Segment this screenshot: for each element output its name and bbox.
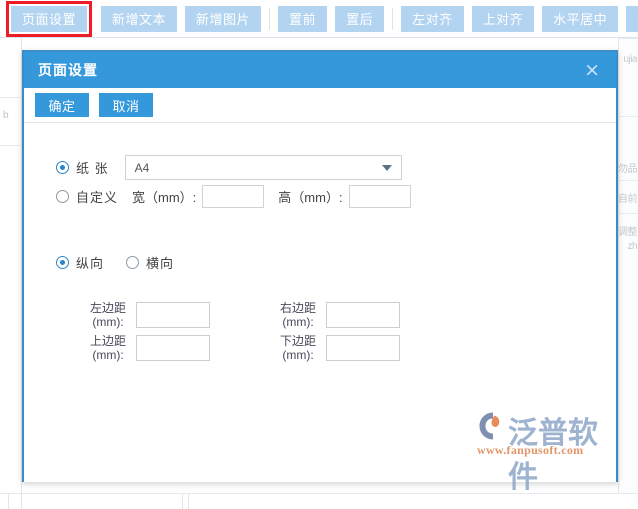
margin-top-cell: 上边距 (mm): [84, 334, 210, 362]
radio-landscape[interactable] [126, 256, 139, 269]
background-tick [8, 493, 9, 509]
page-setup-dialog: 页面设置 × 确定 取消 纸 张 A4 自定义 宽（mm）: 高（mm）: [22, 50, 618, 482]
paper-size-value: A4 [135, 161, 150, 175]
landscape-label: 横向 [146, 253, 174, 272]
margin-left-cell: 左边距 (mm): [84, 301, 210, 329]
orientation-row: 纵向 横向 [56, 253, 174, 272]
toolbar-button-add-image[interactable]: 新增图片 [185, 6, 261, 32]
background-left-rail: b [0, 38, 22, 509]
paper-size-select[interactable]: A4 [125, 155, 402, 180]
portrait-label: 纵向 [76, 253, 104, 272]
width-input[interactable] [202, 185, 264, 208]
height-input[interactable] [349, 185, 411, 208]
background-left-cell [0, 38, 22, 98]
radio-portrait[interactable] [56, 256, 69, 269]
dialog-action-bar: 确定 取消 [24, 88, 616, 123]
toolbar-separator [269, 8, 270, 30]
background-right-label: zh [627, 241, 637, 252]
confirm-button[interactable]: 确定 [35, 93, 89, 117]
toolbar-separator [392, 8, 393, 30]
background-divider [618, 116, 638, 117]
background-right-label: 勿品 [618, 160, 637, 175]
toolbar-button-restore[interactable]: 还原 [626, 6, 638, 32]
background-divider [618, 38, 638, 39]
margin-left-input[interactable] [136, 302, 210, 328]
dialog-body: 纸 张 A4 自定义 宽（mm）: 高（mm）: 纵向 横向 左边距 (mm): [24, 123, 616, 482]
margin-bottom-label: 下边距 (mm): [274, 334, 322, 362]
background-right-rail: ujia 勿品 自前 调整 zh [618, 38, 638, 509]
background-right-label: 自前 [618, 190, 637, 205]
margin-right-input[interactable] [326, 302, 400, 328]
background-left-cell [0, 98, 22, 146]
chevron-down-icon [382, 165, 392, 171]
dialog-header: 页面设置 × [24, 52, 616, 88]
toolbar-button-align-left[interactable]: 左对齐 [401, 6, 464, 32]
toolbar-button-page-setup[interactable]: 页面设置 [11, 6, 87, 32]
toolbar-button-add-text[interactable]: 新增文本 [101, 6, 177, 32]
watermark-url: www.fanpusoft.com [477, 443, 583, 458]
margin-bottom-cell: 下边距 (mm): [274, 334, 400, 362]
fanpu-logo-icon [478, 411, 508, 441]
width-label: 宽（mm）: [132, 187, 196, 206]
background-bottom-strip [0, 493, 638, 509]
close-icon[interactable]: × [578, 59, 606, 82]
watermark: 泛普软件 www.fanpusoft.com [476, 406, 610, 458]
top-toolbar: 页面设置 新增文本 新增图片 置前 置后 左对齐 上对齐 水平居中 还原 [0, 0, 638, 38]
paper-preset-label: 纸 张 [76, 158, 109, 177]
margin-right-cell: 右边距 (mm): [274, 301, 400, 329]
background-tick [182, 493, 183, 509]
custom-size-label: 自定义 [76, 187, 118, 206]
toolbar-button-bring-front[interactable]: 置前 [278, 6, 327, 32]
margin-top-input[interactable] [136, 335, 210, 361]
background-left-label: b [3, 110, 9, 121]
background-tick [21, 493, 22, 509]
cancel-button[interactable]: 取消 [99, 93, 153, 117]
custom-size-row: 自定义 宽（mm）: 高（mm）: [56, 185, 411, 208]
margin-bottom-input[interactable] [326, 335, 400, 361]
background-divider [618, 180, 638, 181]
height-label: 高（mm）: [278, 187, 342, 206]
background-divider [618, 213, 638, 214]
margin-top-label: 上边距 (mm): [84, 334, 132, 362]
background-tick [188, 493, 189, 509]
background-right-label: ujia [623, 54, 637, 65]
background-right-label: 调整 [618, 223, 637, 238]
margin-left-label: 左边距 (mm): [84, 301, 132, 329]
radio-custom-size[interactable] [56, 190, 69, 203]
radio-paper-preset[interactable] [56, 161, 69, 174]
toolbar-button-center-horizontal[interactable]: 水平居中 [542, 6, 618, 32]
margin-right-label: 右边距 (mm): [274, 301, 322, 329]
toolbar-button-align-top[interactable]: 上对齐 [472, 6, 535, 32]
paper-size-row: 纸 张 A4 [56, 155, 402, 180]
toolbar-button-send-back[interactable]: 置后 [335, 6, 384, 32]
dialog-title: 页面设置 [38, 60, 98, 80]
